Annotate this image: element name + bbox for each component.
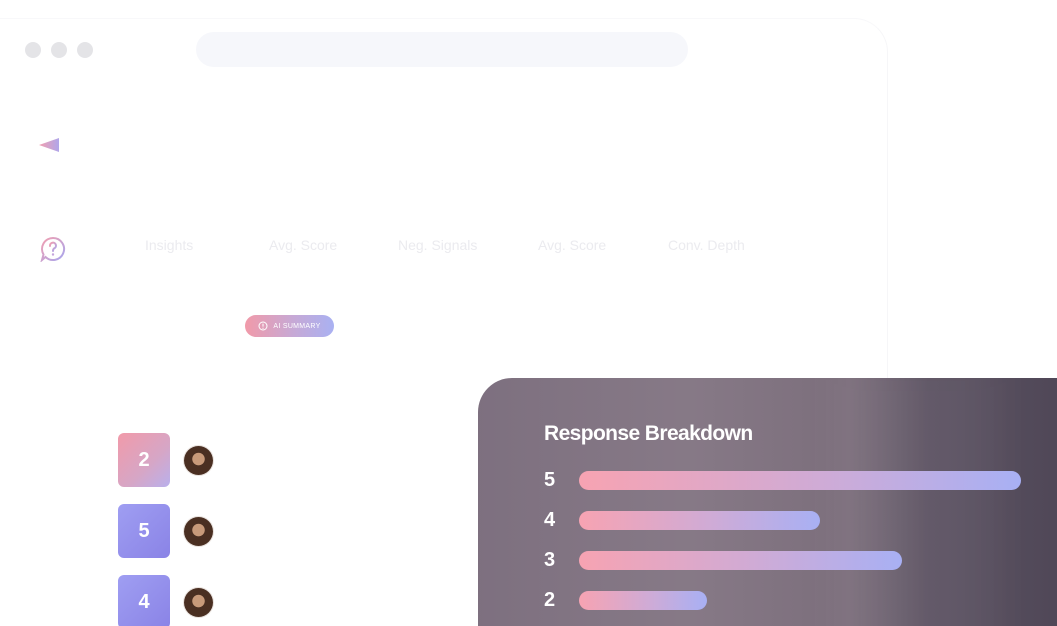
close-dot-icon[interactable] (25, 42, 41, 58)
breakdown-row-label: 2 (544, 589, 556, 611)
breakdown-bar (579, 511, 820, 530)
help-chat-icon[interactable] (40, 236, 66, 262)
list-item[interactable]: 4 (118, 575, 228, 626)
maximize-dot-icon[interactable] (77, 42, 93, 58)
breakdown-row: 3 (544, 549, 1057, 571)
list-item[interactable]: 2 (118, 433, 228, 487)
minimize-dot-icon[interactable] (51, 42, 67, 58)
breakdown-row: 2 (544, 589, 1057, 611)
breakdown-bar (579, 591, 708, 610)
send-icon[interactable] (39, 137, 61, 153)
breakdown-bar (579, 471, 1021, 490)
window-controls (25, 42, 93, 58)
breakdown-bar-track (579, 471, 1021, 490)
breakdown-row: 4 (544, 509, 1057, 531)
rating-score-box: 5 (118, 504, 170, 558)
breakdown-bar-track (579, 551, 1021, 570)
breakdown-row: 5 (544, 469, 1057, 491)
rating-score-box: 2 (118, 433, 170, 487)
list-item[interactable]: 5 (118, 504, 228, 558)
address-bar[interactable] (196, 32, 688, 67)
avatar-icon[interactable] (184, 588, 213, 617)
rating-score-box: 4 (118, 575, 170, 626)
response-breakdown-card: Response Breakdown 5 4 3 2 (478, 378, 1057, 626)
rating-score: 2 (138, 448, 150, 471)
app-canvas: Insights Avg. Score Neg. Signals Avg. Sc… (0, 0, 1057, 626)
breakdown-title: Response Breakdown (544, 422, 753, 445)
breakdown-row-label: 5 (544, 469, 556, 491)
avatar-icon[interactable] (184, 446, 213, 475)
breakdown-bar-track (579, 511, 1021, 530)
ai-summary-label: AI SUMMARY (273, 322, 321, 330)
rating-score: 5 (138, 519, 150, 542)
breakdown-row-label: 3 (544, 549, 556, 571)
stat-label-insights: Insights (145, 237, 194, 253)
stat-label-conv-depth: Conv. Depth (668, 237, 745, 253)
ai-summary-badge[interactable]: AI SUMMARY (245, 315, 334, 337)
info-icon (258, 321, 268, 331)
avatar-icon[interactable] (184, 517, 213, 546)
breakdown-bar (579, 551, 902, 570)
stat-label-avg-score-2: Avg. Score (538, 237, 607, 253)
rating-score: 4 (138, 590, 150, 613)
stat-label-avg-score: Avg. Score (269, 237, 338, 253)
breakdown-bar-track (579, 591, 1021, 610)
breakdown-row-label: 4 (544, 509, 556, 531)
stat-label-neg-signals: Neg. Signals (398, 237, 478, 253)
